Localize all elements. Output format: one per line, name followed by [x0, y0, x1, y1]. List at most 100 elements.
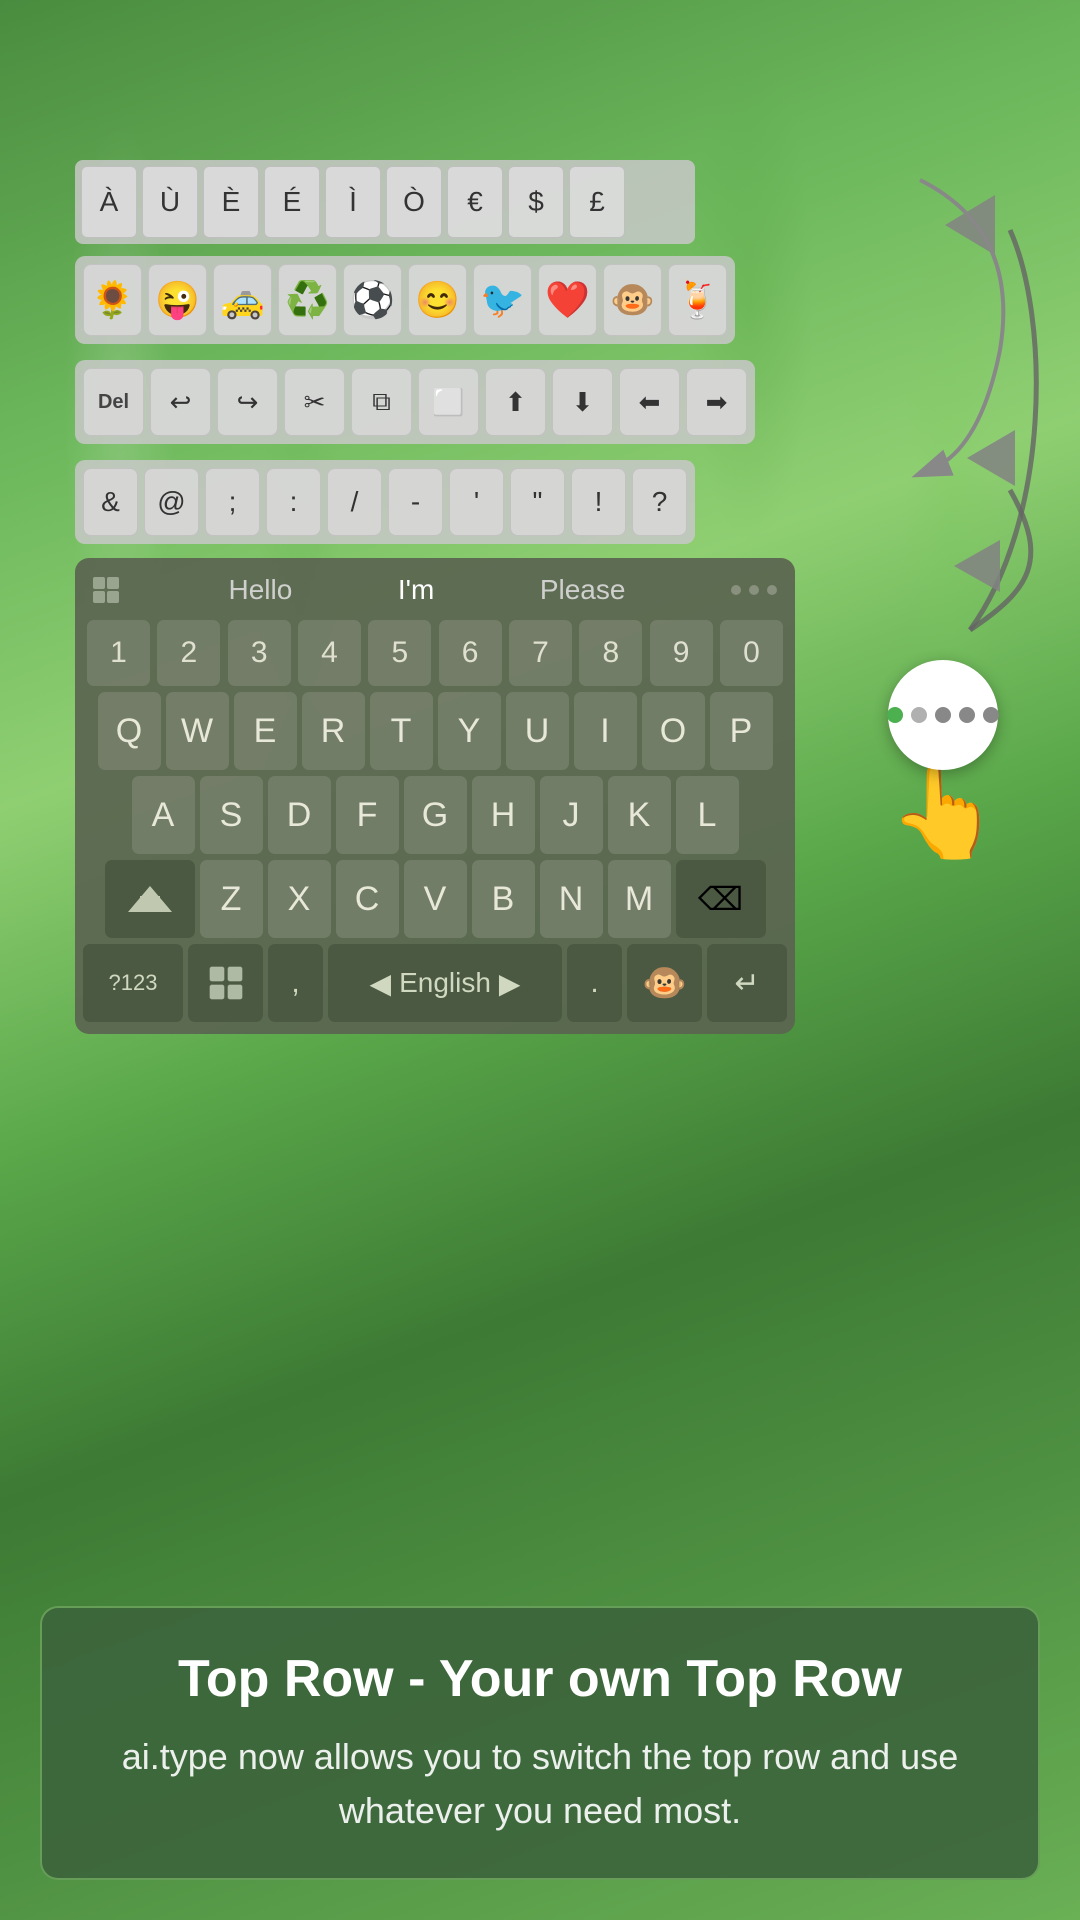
arrow-right-3	[954, 540, 1000, 592]
number-row: 1 2 3 4 5 6 7 8 9 0	[83, 620, 787, 686]
zxcv-row: Z X C V B N M ⌫	[83, 860, 787, 938]
paste-key[interactable]: ⬜	[418, 368, 479, 436]
suggestion-hello[interactable]: Hello	[229, 574, 293, 606]
key-C[interactable]: C	[336, 860, 399, 938]
shift-key[interactable]	[105, 860, 195, 938]
del-key[interactable]: Del	[83, 368, 144, 436]
key-5[interactable]: 5	[368, 620, 431, 686]
emoji-smile[interactable]: 😊	[408, 264, 467, 336]
key-N[interactable]: N	[540, 860, 603, 938]
key-K[interactable]: K	[608, 776, 671, 854]
key-R[interactable]: R	[302, 692, 365, 770]
backspace-key[interactable]: ⌫	[676, 860, 766, 938]
info-box: Top Row - Your own Top Row ai.type now a…	[40, 1606, 1040, 1880]
key-apostrophe[interactable]: '	[449, 468, 504, 536]
move-up-key[interactable]: ⬆	[485, 368, 546, 436]
key-3[interactable]: 3	[228, 620, 291, 686]
emoji-tongue[interactable]: 😜	[148, 264, 207, 336]
key-F[interactable]: F	[336, 776, 399, 854]
lang-arrow-left: ◀	[370, 967, 392, 1000]
key-D[interactable]: D	[268, 776, 331, 854]
emoji-recycle[interactable]: ♻️	[278, 264, 337, 336]
key-G[interactable]: G	[404, 776, 467, 854]
copy-key[interactable]: ⧉	[351, 368, 412, 436]
keyboard-grid-icon[interactable]	[93, 577, 123, 603]
key-W[interactable]: W	[166, 692, 229, 770]
move-down-key[interactable]: ⬇	[552, 368, 613, 436]
lang-label: English	[399, 967, 491, 999]
key-7[interactable]: 7	[509, 620, 572, 686]
key-L[interactable]: L	[676, 776, 739, 854]
key-B[interactable]: B	[472, 860, 535, 938]
key-O-grave[interactable]: Ò	[386, 166, 442, 238]
key-6[interactable]: 6	[439, 620, 502, 686]
period-key[interactable]: .	[567, 944, 622, 1022]
edit-row: Del ↩ ↪ ✂ ⧉ ⬜ ⬆ ⬇ ⬅ ➡	[75, 360, 755, 444]
key-X[interactable]: X	[268, 860, 331, 938]
emoji-bird[interactable]: 🐦	[473, 264, 532, 336]
emoji-cocktail[interactable]: 🍹	[668, 264, 727, 336]
emoji-taxi[interactable]: 🚕	[213, 264, 272, 336]
key-9[interactable]: 9	[650, 620, 713, 686]
key-E-grave[interactable]: È	[203, 166, 259, 238]
emoji-monkey[interactable]: 🐵	[603, 264, 662, 336]
key-1[interactable]: 1	[87, 620, 150, 686]
layout-switch-key[interactable]	[188, 944, 263, 1022]
key-U-grave[interactable]: Ù	[142, 166, 198, 238]
key-O[interactable]: O	[642, 692, 705, 770]
key-slash[interactable]: /	[327, 468, 382, 536]
info-title: Top Row - Your own Top Row	[92, 1648, 988, 1710]
key-ampersand[interactable]: &	[83, 468, 138, 536]
cut-key[interactable]: ✂	[284, 368, 345, 436]
move-left-key[interactable]: ⬅	[619, 368, 680, 436]
key-S[interactable]: S	[200, 776, 263, 854]
key-A-grave[interactable]: À	[81, 166, 137, 238]
key-I[interactable]: I	[574, 692, 637, 770]
key-J[interactable]: J	[540, 776, 603, 854]
key-semicolon[interactable]: ;	[205, 468, 260, 536]
key-U[interactable]: U	[506, 692, 569, 770]
key-quote[interactable]: "	[510, 468, 565, 536]
dots-row	[731, 585, 777, 595]
redo-key[interactable]: ↪	[217, 368, 278, 436]
main-keyboard: Hello I'm Please 1 2 3 4 5 6 7 8 9 0 Q W	[75, 558, 795, 1034]
move-right-key[interactable]: ➡	[686, 368, 747, 436]
emoji-switch-key[interactable]: 🐵	[627, 944, 702, 1022]
lang-arrow-right: ▶	[499, 967, 521, 1000]
undo-key[interactable]: ↩	[150, 368, 211, 436]
key-Y[interactable]: Y	[438, 692, 501, 770]
key-8[interactable]: 8	[579, 620, 642, 686]
key-H[interactable]: H	[472, 776, 535, 854]
suggestion-please[interactable]: Please	[540, 574, 626, 606]
key-question[interactable]: ?	[632, 468, 687, 536]
key-euro[interactable]: €	[447, 166, 503, 238]
key-M[interactable]: M	[608, 860, 671, 938]
num-switch-key[interactable]: ?123	[83, 944, 183, 1022]
key-exclaim[interactable]: !	[571, 468, 626, 536]
key-colon[interactable]: :	[266, 468, 321, 536]
language-key[interactable]: ◀ English ▶	[328, 944, 562, 1022]
key-A[interactable]: A	[132, 776, 195, 854]
key-at[interactable]: @	[144, 468, 199, 536]
info-description: ai.type now allows you to switch the top…	[92, 1730, 988, 1838]
key-E-acute[interactable]: É	[264, 166, 320, 238]
key-I-grave[interactable]: Ì	[325, 166, 381, 238]
key-E[interactable]: E	[234, 692, 297, 770]
key-T[interactable]: T	[370, 692, 433, 770]
key-4[interactable]: 4	[298, 620, 361, 686]
key-pound[interactable]: £	[569, 166, 625, 238]
emoji-heart[interactable]: ❤️	[538, 264, 597, 336]
key-P[interactable]: P	[710, 692, 773, 770]
key-dash[interactable]: -	[388, 468, 443, 536]
emoji-soccer[interactable]: ⚽	[343, 264, 402, 336]
suggestion-im[interactable]: I'm	[398, 574, 434, 606]
enter-key[interactable]: ↵	[707, 944, 787, 1022]
key-dollar[interactable]: $	[508, 166, 564, 238]
comma-key[interactable]: ,	[268, 944, 323, 1022]
key-V[interactable]: V	[404, 860, 467, 938]
key-Z[interactable]: Z	[200, 860, 263, 938]
key-2[interactable]: 2	[157, 620, 220, 686]
emoji-sunflower[interactable]: 🌻	[83, 264, 142, 336]
key-0[interactable]: 0	[720, 620, 783, 686]
key-Q[interactable]: Q	[98, 692, 161, 770]
